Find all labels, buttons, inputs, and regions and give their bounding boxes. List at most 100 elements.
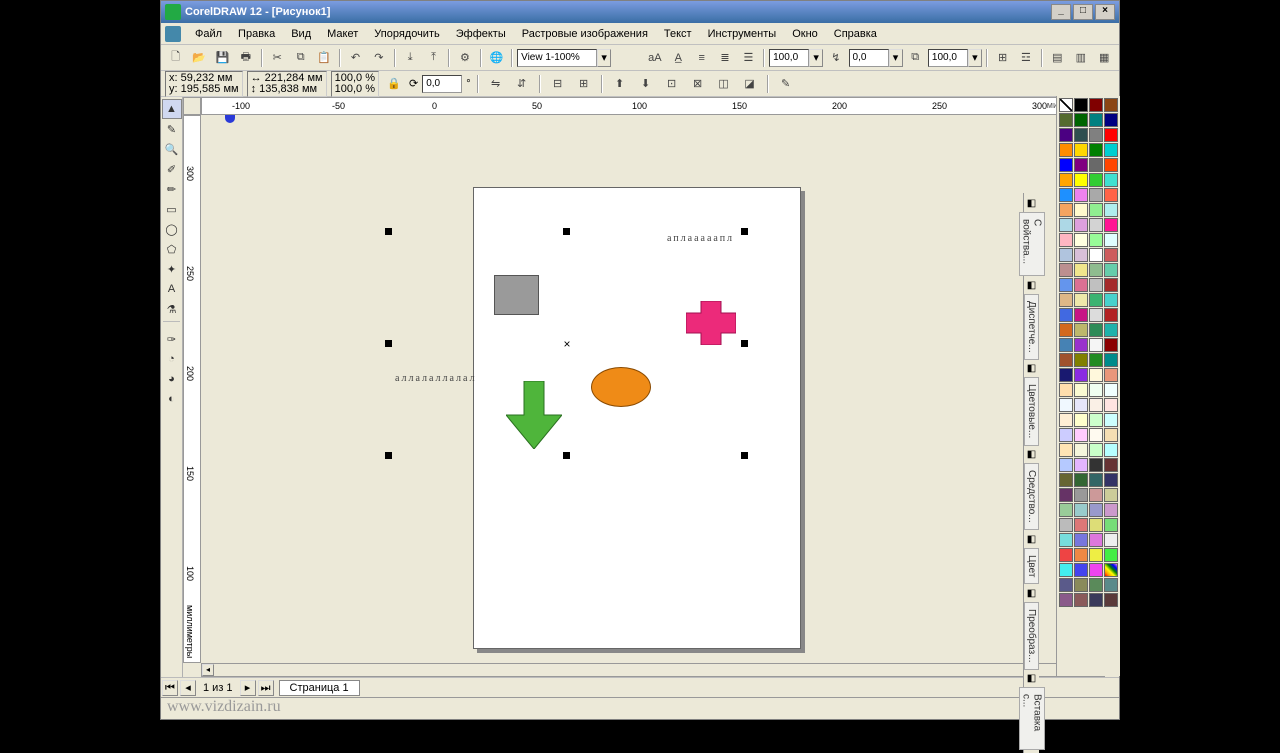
color-swatch[interactable] [1104, 188, 1118, 202]
color-swatch[interactable] [1089, 443, 1103, 457]
color-swatch[interactable] [1104, 293, 1118, 307]
color-swatch[interactable] [1074, 503, 1088, 517]
color-swatch[interactable] [1089, 113, 1103, 127]
color-swatch[interactable] [1074, 248, 1088, 262]
align-right-icon[interactable]: ☰ [738, 47, 759, 69]
color-swatch[interactable] [1074, 98, 1088, 112]
corel-online-icon[interactable]: 🌐 [486, 47, 507, 69]
rotation-input[interactable] [422, 75, 462, 93]
lock-ratio-icon[interactable]: 🔒 [383, 73, 405, 95]
color-swatch[interactable] [1059, 323, 1073, 337]
color-swatch[interactable] [1104, 443, 1118, 457]
docker-tab[interactable]: Цветовые... [1024, 377, 1039, 445]
scroll-left-icon[interactable]: ◂ [202, 664, 214, 676]
hook-icon[interactable]: ↯ [825, 47, 846, 69]
new-icon[interactable]: 🗋 [165, 47, 186, 69]
undo-icon[interactable]: ↶ [345, 47, 366, 69]
color-swatch[interactable] [1104, 383, 1118, 397]
shape-ellipse[interactable] [591, 367, 651, 407]
color-swatch[interactable] [1104, 533, 1118, 547]
menu-растровые изображения[interactable]: Растровые изображения [514, 26, 656, 42]
color-swatch[interactable] [1074, 143, 1088, 157]
menu-макет[interactable]: Макет [319, 26, 366, 42]
ruler-origin[interactable] [183, 97, 201, 115]
color-swatch[interactable] [1059, 488, 1073, 502]
rectangle-tool-icon[interactable]: ▭ [162, 199, 182, 219]
color-swatch[interactable] [1074, 398, 1088, 412]
color-swatch[interactable] [1074, 173, 1088, 187]
color-swatch[interactable] [1074, 293, 1088, 307]
color-swatch[interactable] [1089, 353, 1103, 367]
align-left-icon[interactable]: ≡ [691, 47, 712, 69]
color-swatch[interactable] [1059, 398, 1073, 412]
color-swatch[interactable] [1074, 563, 1088, 577]
maximize-button[interactable]: □ [1073, 4, 1093, 20]
color-swatch[interactable] [1074, 203, 1088, 217]
color-swatch[interactable] [1059, 143, 1073, 157]
color-swatch[interactable] [1074, 338, 1088, 352]
color-swatch[interactable] [1104, 518, 1118, 532]
mirror-h-icon[interactable]: ⇋ [485, 73, 507, 95]
color-swatch[interactable] [1104, 548, 1118, 562]
color-swatch[interactable] [1089, 263, 1103, 277]
color-swatch[interactable] [1074, 413, 1088, 427]
canvas-viewport[interactable]: аплааааапл аллалаллалал × [201, 115, 1105, 663]
color-swatch[interactable] [1104, 563, 1118, 577]
color-swatch[interactable] [1074, 263, 1088, 277]
color-swatch[interactable] [1089, 248, 1103, 262]
export-icon[interactable]: ⤒ [423, 47, 444, 69]
menu-файл[interactable]: Файл [187, 26, 230, 42]
color-swatch[interactable] [1074, 128, 1088, 142]
selection-center[interactable]: × [563, 337, 570, 351]
color-swatch[interactable] [1089, 203, 1103, 217]
color-swatch[interactable] [1059, 563, 1073, 577]
chevron-down-icon[interactable]: ▾ [809, 49, 823, 67]
freehand-tool-icon[interactable]: ✐ [162, 159, 182, 179]
color-swatch[interactable] [1104, 473, 1118, 487]
color-swatch[interactable] [1074, 353, 1088, 367]
color-swatch[interactable] [1059, 428, 1073, 442]
color-swatch[interactable] [1089, 308, 1103, 322]
color-swatch[interactable] [1089, 428, 1103, 442]
color-swatch[interactable] [1104, 398, 1118, 412]
menu-текст[interactable]: Текст [656, 26, 700, 42]
color-swatch[interactable] [1104, 248, 1118, 262]
paste-icon[interactable]: 📋 [313, 47, 334, 69]
menu-эффекты[interactable]: Эффекты [448, 26, 514, 42]
color-swatch[interactable] [1059, 458, 1073, 472]
open-icon[interactable]: 📂 [188, 47, 209, 69]
color-swatch[interactable] [1074, 518, 1088, 532]
color-swatch[interactable] [1089, 293, 1103, 307]
chevron-down-icon[interactable]: ▾ [597, 49, 611, 67]
color-swatch[interactable] [1089, 533, 1103, 547]
color-swatch[interactable] [1074, 233, 1088, 247]
color-swatch[interactable] [1059, 173, 1073, 187]
spin1[interactable]: ▾ [769, 49, 823, 67]
color-swatch[interactable] [1104, 593, 1118, 607]
zoom-combo[interactable]: ▾ [517, 49, 611, 67]
align-center-icon[interactable]: ≣ [714, 47, 735, 69]
smart-tool-icon[interactable]: ✏ [162, 179, 182, 199]
combine-icon[interactable]: ◫ [713, 73, 735, 95]
color-swatch[interactable] [1059, 533, 1073, 547]
color-swatch[interactable] [1074, 443, 1088, 457]
color-swatch[interactable] [1089, 218, 1103, 232]
color-swatch[interactable] [1089, 488, 1103, 502]
menu-инструменты[interactable]: Инструменты [700, 26, 785, 42]
color-swatch[interactable] [1089, 173, 1103, 187]
color-swatch[interactable] [1089, 413, 1103, 427]
selection-handle[interactable] [385, 228, 392, 235]
color-swatch[interactable] [1059, 368, 1073, 382]
color-swatch[interactable] [1059, 218, 1073, 232]
color-swatch[interactable] [1059, 278, 1073, 292]
color-swatch[interactable] [1089, 158, 1103, 172]
fill-tool-icon[interactable]: ◕ [162, 369, 182, 389]
color-swatch[interactable] [1059, 158, 1073, 172]
color-swatch[interactable] [1104, 458, 1118, 472]
docker-icon[interactable]: ◧ [1025, 533, 1039, 546]
color-swatch[interactable] [1104, 203, 1118, 217]
color-swatch[interactable] [1089, 398, 1103, 412]
color-swatch[interactable] [1089, 338, 1103, 352]
zoom-tool-icon[interactable]: 🔍 [162, 139, 182, 159]
color-swatch[interactable] [1074, 383, 1088, 397]
